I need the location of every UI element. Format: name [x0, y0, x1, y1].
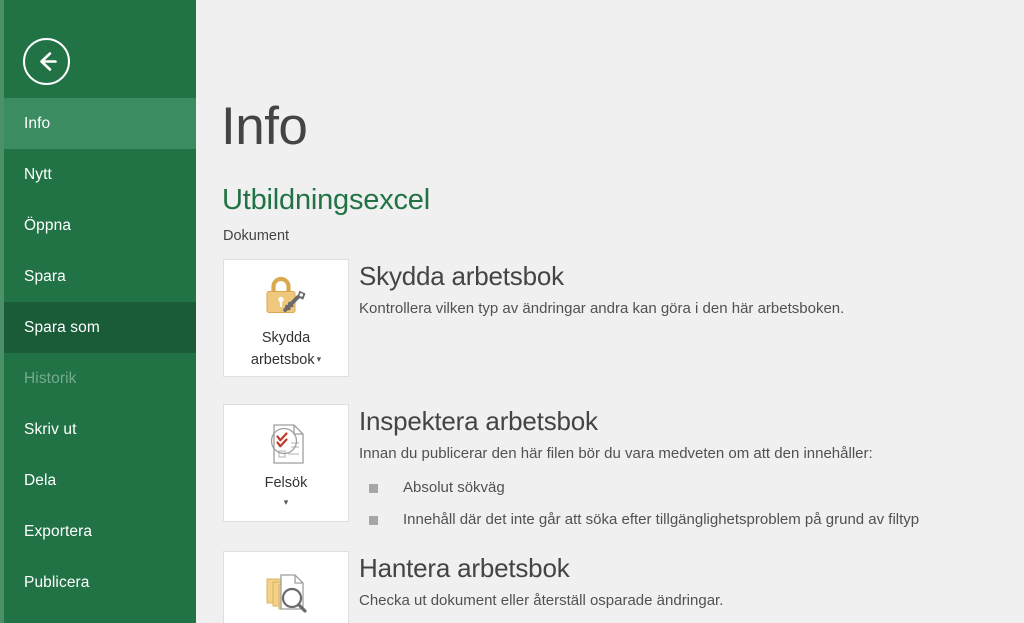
sidebar-item-label: Exportera — [24, 523, 93, 540]
padlock-key-icon — [224, 272, 348, 324]
back-button-container — [0, 0, 196, 98]
document-inspect-icon — [224, 417, 348, 469]
chevron-down-icon[interactable]: ▾ — [224, 497, 348, 508]
manage-workbook-button[interactable] — [223, 551, 349, 623]
page-title: Info — [221, 97, 308, 156]
sidebar-item-label: Info — [24, 115, 51, 132]
back-arrow-icon[interactable] — [23, 38, 70, 85]
sidebar-item-skriv-ut[interactable]: Skriv ut — [4, 404, 196, 455]
excel-backstage-info-screen: Info Nytt Öppna Spara Spara som Historik… — [0, 0, 1024, 623]
sidebar-item-exportera[interactable]: Exportera — [4, 506, 196, 557]
sidebar-item-oppna[interactable]: Öppna — [4, 200, 196, 251]
sidebar-item-label: Öppna — [24, 217, 72, 234]
sidebar-item-spara[interactable]: Spara — [4, 251, 196, 302]
sidebar-item-publicera[interactable]: Publicera — [4, 557, 196, 608]
sidebar-item-label: Spara som — [24, 319, 100, 336]
issue-label: Absolut sökväg — [403, 479, 505, 496]
sidebar-item-label: Publicera — [24, 574, 90, 591]
manage-section-description: Checka ut dokument eller återställ ospar… — [359, 592, 724, 609]
backstage-sidebar: Info Nytt Öppna Spara Spara som Historik… — [0, 0, 196, 623]
sidebar-item-nytt[interactable]: Nytt — [4, 149, 196, 200]
protect-label-line2: arbetsbok — [250, 352, 315, 368]
square-bullet-icon — [369, 484, 378, 493]
manage-documents-icon — [224, 564, 348, 616]
protect-workbook-button[interactable]: Skydda arbetsbok ▾ — [223, 259, 349, 377]
inspect-workbook-button[interactable]: Felsök ▾ — [223, 404, 349, 522]
sidebar-item-label: Spara — [24, 268, 66, 285]
inspect-workbook-button-label: Felsök — [264, 475, 308, 491]
inspect-issue-list: Absolut sökväg Innehåll där det inte går… — [359, 472, 919, 536]
sidebar-item-label: Historik — [24, 370, 77, 387]
backstage-content-pane: Info Utbildningsexcel Dokument Skydda ar… — [196, 0, 1024, 623]
manage-section-title: Hantera arbetsbok — [359, 553, 570, 583]
list-item: Innehåll där det inte går att söka efter… — [359, 504, 919, 536]
backstage-nav-list: Info Nytt Öppna Spara Spara som Historik… — [4, 98, 196, 608]
sidebar-item-spara-som[interactable]: Spara som — [4, 302, 196, 353]
inspect-section-title: Inspektera arbetsbok — [359, 406, 598, 436]
sidebar-item-label: Dela — [24, 472, 57, 489]
sidebar-item-dela[interactable]: Dela — [4, 455, 196, 506]
protect-workbook-button-label: Skydda arbetsbok ▾ — [228, 328, 344, 371]
protect-section-title: Skydda arbetsbok — [359, 261, 564, 291]
sidebar-item-info[interactable]: Info — [4, 98, 196, 149]
chevron-down-icon[interactable]: ▾ — [317, 354, 322, 364]
list-item: Absolut sökväg — [359, 472, 919, 504]
sidebar-item-label: Skriv ut — [24, 421, 77, 438]
issue-label: Innehåll där det inte går att söka efter… — [403, 511, 920, 528]
square-bullet-icon — [369, 516, 378, 525]
protect-label-line1: Skydda — [261, 330, 311, 346]
protect-section-description: Kontrollera vilken typ av ändringar andr… — [359, 300, 845, 317]
file-location: Dokument — [223, 228, 290, 244]
file-name: Utbildningsexcel — [222, 184, 430, 216]
inspect-section-description: Innan du publicerar den här filen bör du… — [359, 445, 873, 462]
sidebar-item-historik: Historik — [4, 353, 196, 404]
sidebar-item-label: Nytt — [24, 166, 52, 183]
